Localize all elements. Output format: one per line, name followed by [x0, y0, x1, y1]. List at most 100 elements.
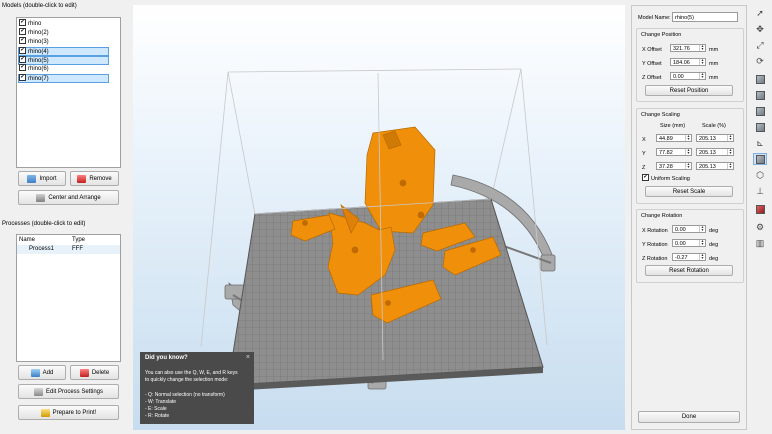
unit-label: deg — [709, 242, 719, 248]
view-front-icon[interactable] — [753, 89, 767, 101]
list-item[interactable]: ✔ rhino(2) — [19, 28, 107, 37]
wireframe-icon[interactable]: ⬡ — [753, 169, 767, 181]
position-title: Change Position — [641, 32, 682, 38]
z-offset-label: Z Offset — [642, 75, 662, 81]
solid-view-icon[interactable] — [753, 153, 767, 165]
spin-arrows-icon[interactable]: ▲ ▼ — [699, 225, 705, 232]
settings-icon — [33, 387, 43, 396]
left-panel: Models (double-click to edit) ✔ rhino ✔ rh… — [0, 0, 132, 434]
done-button[interactable]: Done — [638, 411, 740, 423]
edit-process-settings-button[interactable]: Edit Process Settings — [18, 384, 119, 399]
list-item[interactable]: ✔ rhino(7) — [18, 74, 109, 83]
reset-rotation-button[interactable]: Reset Rotation — [645, 265, 733, 276]
reset-position-button[interactable]: Reset Position — [645, 85, 733, 96]
models-panel-title: Models (double-click to edit) — [2, 3, 77, 9]
y-offset-label: Y Offset — [642, 61, 662, 67]
spin-arrows-icon[interactable]: ▲ ▼ — [699, 253, 705, 260]
scale-x-input[interactable]: 205.13 ▲ ▼ — [696, 134, 734, 142]
checkbox-icon[interactable]: ✔ — [19, 64, 26, 71]
checkbox-icon[interactable]: ✔ — [642, 174, 649, 181]
model-icon[interactable] — [753, 203, 767, 215]
tip-line: - R: Rotate — [145, 413, 170, 419]
y-rotation-input[interactable]: 0.00 ▲ ▼ — [672, 239, 706, 247]
processes-panel-title: Processes (double-click to edit) — [2, 221, 86, 227]
tip-line: - W: Translate — [145, 399, 177, 405]
spin-arrows-icon[interactable]: ▲ ▼ — [699, 72, 705, 79]
did-you-know-tip: Did you know? × You can also use the Q, … — [140, 352, 254, 424]
add-process-button[interactable]: Add — [18, 365, 66, 380]
reset-scale-button[interactable]: Reset Scale — [645, 186, 733, 197]
rotate-icon[interactable]: ⟳ — [753, 55, 767, 67]
models-list[interactable]: ✔ rhino ✔ rhino(2) ✔ rhino(3) ✔ rhino(4) ✔ rh… — [16, 17, 121, 168]
spin-arrows-icon[interactable]: ▲ ▼ — [685, 134, 691, 141]
checkbox-icon[interactable]: ✔ — [19, 56, 26, 63]
axis-label: Z — [642, 165, 646, 171]
center-arrange-button[interactable]: Center and Arrange — [18, 190, 119, 205]
processes-table[interactable]: Name Type Process1 FFF — [16, 234, 121, 362]
spin-arrows-icon[interactable]: ▲ ▼ — [685, 162, 691, 169]
delete-process-button[interactable]: Delete — [70, 365, 119, 380]
column-header-name: Name — [19, 237, 36, 243]
tip-line: You can also use the Q, W, E, and R keys — [145, 370, 238, 376]
spin-arrows-icon[interactable]: ▲ ▼ — [699, 239, 705, 246]
remove-icon — [77, 174, 87, 183]
spin-arrows-icon[interactable]: ▲ ▼ — [727, 148, 733, 155]
remove-button[interactable]: Remove — [70, 171, 119, 186]
z-axis-icon[interactable]: ⊥ — [753, 185, 767, 197]
cursor-icon[interactable]: ➚ — [753, 7, 767, 19]
checkbox-icon[interactable]: ✔ — [19, 19, 26, 26]
table-row[interactable]: Process1 FFF — [17, 245, 120, 254]
spin-arrows-icon[interactable]: ▲ ▼ — [727, 134, 733, 141]
view-right-icon[interactable] — [753, 121, 767, 133]
spin-arrows-icon[interactable]: ▲ ▼ — [685, 148, 691, 155]
list-item[interactable]: ✔ rhino(5) — [18, 56, 109, 65]
tip-title: Did you know? — [145, 355, 188, 361]
size-y-input[interactable]: 77.82 ▲ ▼ — [656, 148, 692, 156]
size-z-input[interactable]: 37.28 ▲ ▼ — [656, 162, 692, 170]
scale-y-input[interactable]: 205.13 ▲ ▼ — [696, 148, 734, 156]
move-icon[interactable]: ✥ — [753, 23, 767, 35]
scaling-title: Change Scaling — [641, 112, 680, 118]
import-icon — [27, 174, 37, 183]
model-name-input[interactable]: rhino(5) — [672, 12, 738, 22]
scale-icon[interactable]: ⤢ — [753, 39, 767, 51]
spin-arrows-icon[interactable]: ▲ ▼ — [727, 162, 733, 169]
checkbox-icon[interactable]: ✔ — [19, 37, 26, 44]
list-item[interactable]: ✔ rhino(4) — [18, 47, 109, 56]
z-offset-input[interactable]: 0.00 ▲ ▼ — [670, 72, 706, 80]
unit-label: mm — [709, 61, 719, 67]
list-item[interactable]: ✔ rhino — [19, 19, 107, 28]
size-x-input[interactable]: 44.89 ▲ ▼ — [656, 134, 692, 142]
z-rotation-input[interactable]: -0.27 ▲ ▼ — [672, 253, 706, 261]
x-offset-input[interactable]: 321.76 ▲ ▼ — [670, 44, 706, 52]
checkbox-icon[interactable]: ✔ — [19, 28, 26, 35]
view-left-icon[interactable] — [753, 105, 767, 117]
axis-label: X — [642, 137, 646, 143]
x-rotation-input[interactable]: 0.00 ▲ ▼ — [672, 225, 706, 233]
tip-line: - E: Scale — [145, 406, 167, 412]
uniform-scaling-checkbox[interactable]: ✔ Uniform Scaling — [642, 174, 690, 182]
library-icon[interactable]: ▥ — [753, 237, 767, 249]
scale-z-input[interactable]: 205.13 ▲ ▼ — [696, 162, 734, 170]
spin-arrows-icon[interactable]: ▲ ▼ — [699, 58, 705, 65]
rotation-title: Change Rotation — [641, 213, 683, 219]
add-icon — [30, 368, 40, 377]
list-item[interactable]: ✔ rhino(6) — [19, 64, 107, 73]
unit-label: mm — [709, 75, 719, 81]
import-button[interactable]: Import — [18, 171, 66, 186]
settings-gear-icon[interactable]: ⚙ — [753, 221, 767, 233]
model-name-label: Model Name: — [638, 15, 671, 21]
scale-header: Scale (%) — [702, 123, 726, 129]
spin-arrows-icon[interactable]: ▲ ▼ — [699, 44, 705, 51]
z-rotation-label: Z Rotation — [642, 256, 668, 262]
list-item[interactable]: ✔ rhino(3) — [19, 37, 107, 46]
prepare-to-print-button[interactable]: Prepare to Print! — [18, 405, 119, 420]
close-icon[interactable]: × — [246, 354, 250, 361]
view-iso-icon[interactable] — [753, 73, 767, 85]
axes-icon[interactable]: ⊾ — [753, 137, 767, 149]
y-offset-input[interactable]: 184.06 ▲ ▼ — [670, 58, 706, 66]
checkbox-icon[interactable]: ✔ — [19, 47, 26, 54]
view-toolbar: ➚ ✥ ⤢ ⟳ ⊾ ⬡ ⊥ ⚙ ▥ — [750, 5, 770, 430]
checkbox-icon[interactable]: ✔ — [19, 74, 26, 81]
unit-label: mm — [709, 47, 719, 53]
